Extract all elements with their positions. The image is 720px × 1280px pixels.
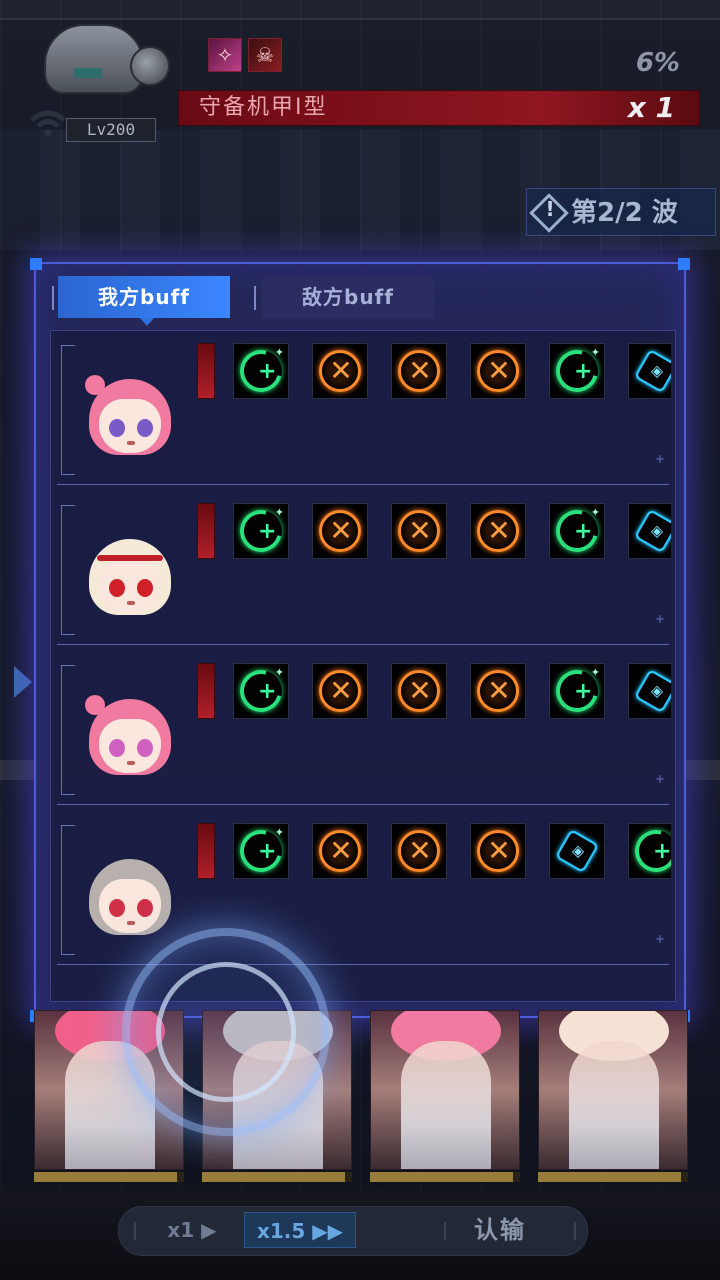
- character-avatar[interactable]: [83, 535, 179, 631]
- character-avatar[interactable]: [83, 855, 179, 951]
- heal-buff-icon[interactable]: +✦: [548, 503, 606, 560]
- attack-buff-icon[interactable]: ✕: [391, 663, 447, 719]
- skull-debuff-icon[interactable]: ☠: [248, 38, 282, 72]
- shield-buff-icon[interactable]: ◈: [628, 663, 671, 719]
- tab-enemy-buff[interactable]: 敌方buff: [262, 276, 434, 318]
- tab-ally-buff[interactable]: 我方buff: [58, 276, 230, 326]
- character-card[interactable]: [370, 1010, 520, 1170]
- buff-row: +++✦✕✕✕+✦◈: [57, 335, 671, 485]
- enemy-hp-bar: 守备机甲I型 x 1: [178, 90, 700, 126]
- debuff-icon[interactable]: [197, 663, 215, 719]
- attack-buff-icon[interactable]: ✕: [391, 503, 447, 559]
- enemy-skill-icon[interactable]: ✧: [208, 38, 242, 72]
- touch-indicator-inner: [156, 962, 296, 1102]
- character-avatar[interactable]: [83, 375, 179, 471]
- heal-buff-icon[interactable]: +✦: [232, 503, 290, 560]
- side-expand-arrow-icon[interactable]: [14, 666, 32, 698]
- buff-row: +++✦✕✕✕+✦◈: [57, 655, 671, 805]
- shield-buff-icon[interactable]: ◈: [628, 343, 671, 399]
- wave-indicator: ! 第2/2 波: [526, 188, 716, 236]
- heal-buff-icon[interactable]: +✦: [232, 663, 290, 720]
- shield-buff-icon[interactable]: ◈: [628, 503, 671, 559]
- heal-buff-icon[interactable]: +✦: [232, 823, 290, 880]
- attack-buff-icon[interactable]: ✕: [312, 823, 368, 879]
- speed-x1-button[interactable]: x1 ▶: [150, 1212, 234, 1248]
- debuff-icon[interactable]: [197, 343, 215, 399]
- hp-bar-multiplier: x 1: [627, 91, 675, 124]
- enemy-name: 守备机甲I型: [199, 95, 328, 120]
- attack-buff-icon[interactable]: ✕: [470, 663, 526, 719]
- attack-buff-icon[interactable]: ✕: [312, 663, 368, 719]
- character-avatar[interactable]: [83, 695, 179, 791]
- attack-buff-icon[interactable]: ✕: [312, 503, 368, 559]
- shield-buff-icon[interactable]: ◈: [549, 823, 605, 879]
- attack-buff-icon[interactable]: ✕: [312, 343, 368, 399]
- character-hp-bar: [370, 1172, 520, 1182]
- buff-icon-strip: + ✦ ✕ ✕ ✕ + ✦ ◈: [197, 503, 671, 567]
- heal-buff-icon[interactable]: +✦: [627, 823, 671, 880]
- character-card[interactable]: [538, 1010, 688, 1170]
- attack-buff-icon[interactable]: ✕: [470, 503, 526, 559]
- buff-list[interactable]: +++✦✕✕✕+✦◈+++✦✕✕✕+✦◈+++✦✕✕✕+✦◈+++✦✕✕✕◈+✦: [50, 330, 676, 1002]
- enemy-level: Lv200: [66, 118, 156, 142]
- buff-icon-strip: + ✦ ✕ ✕ ✕ + ✦ ◈: [197, 663, 671, 727]
- character-hp-bar: [538, 1172, 688, 1182]
- character-hp-bar: [202, 1172, 352, 1182]
- attack-buff-icon[interactable]: ✕: [470, 343, 526, 399]
- buff-row: +++✦✕✕✕+✦◈: [57, 495, 671, 645]
- signal-icon: [30, 110, 66, 137]
- debuff-icon[interactable]: [197, 503, 215, 559]
- buff-row: +++✦✕✕✕◈+✦: [57, 815, 671, 965]
- buff-icon-strip: +✦ ✕ ✕ ✕ ◈ +✦: [197, 823, 671, 887]
- attack-buff-icon[interactable]: ✕: [470, 823, 526, 879]
- enemy-portrait: [34, 18, 174, 118]
- speed-x1-5-button[interactable]: x1.5 ▶▶: [244, 1212, 356, 1248]
- wave-label: 第2/2 波: [571, 198, 678, 228]
- debuff-icon[interactable]: [197, 823, 215, 879]
- enemy-hp-percent: 6%: [635, 48, 680, 78]
- heal-buff-icon[interactable]: +✦: [232, 343, 290, 400]
- heal-buff-icon[interactable]: +✦: [548, 343, 606, 400]
- attack-buff-icon[interactable]: ✕: [391, 823, 447, 879]
- surrender-button[interactable]: 认输: [452, 1212, 548, 1248]
- attack-buff-icon[interactable]: ✕: [391, 343, 447, 399]
- heal-buff-icon[interactable]: +✦: [548, 663, 606, 720]
- buff-panel: 我方buff 敌方buff +++✦✕✕✕+✦◈+++✦✕✕✕+✦◈+++✦✕✕…: [30, 258, 690, 1022]
- buff-icon-strip: + ✦ ✕ ✕ ✕ + ✦ ◈: [197, 343, 671, 407]
- character-hp-bar: [34, 1172, 184, 1182]
